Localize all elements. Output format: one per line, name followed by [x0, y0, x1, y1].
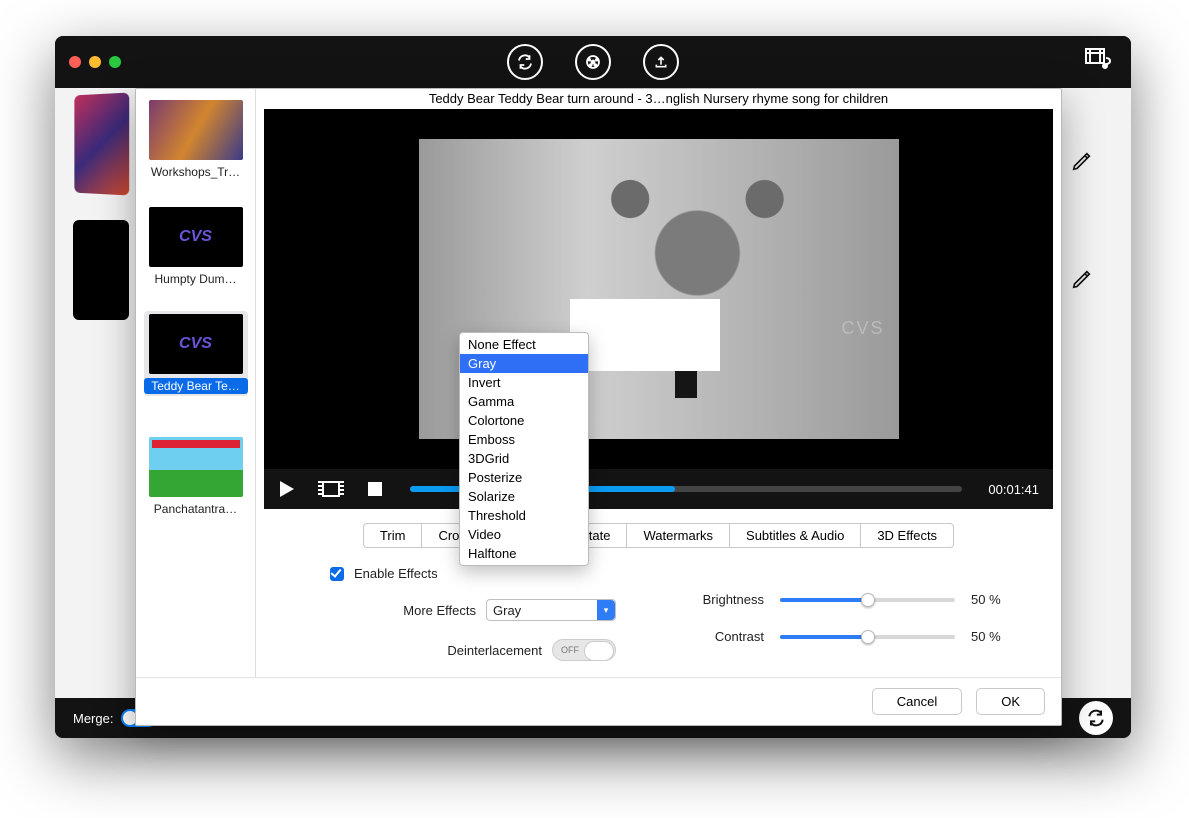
clip-label: Humpty Dum…	[144, 271, 248, 287]
effects-dropdown-item[interactable]: Posterize	[460, 468, 588, 487]
titlebar	[55, 36, 1131, 88]
minimize-window-icon[interactable]	[89, 56, 101, 68]
preview-column: Teddy Bear Teddy Bear turn around - 3…ng…	[256, 89, 1061, 677]
stop-icon[interactable]	[366, 480, 384, 498]
clip-item[interactable]: Workshops_Tr…	[144, 97, 248, 182]
video-player: CVS	[264, 109, 1053, 469]
effects-dropdown-item[interactable]: Halftone	[460, 544, 588, 563]
edit-tabs: Trim Crop Effects Rotate Watermarks Subt…	[256, 523, 1061, 548]
share-tab-icon[interactable]	[643, 44, 679, 80]
edit-icon[interactable]	[1071, 150, 1093, 172]
play-icon[interactable]	[278, 480, 296, 498]
contrast-value: 50 %	[971, 629, 1021, 644]
contrast-label: Contrast	[686, 629, 764, 644]
effects-dropdown-item[interactable]: Gamma	[460, 392, 588, 411]
close-window-icon[interactable]	[69, 56, 81, 68]
player-controls: 00:01:41	[264, 469, 1053, 509]
effects-dropdown-item[interactable]: Solarize	[460, 487, 588, 506]
brightness-slider[interactable]	[780, 598, 955, 602]
clip-list: Workshops_Tr… CVS Humpty Dum… CVS Teddy …	[136, 89, 256, 677]
clip-thumbnail: CVS	[149, 207, 243, 267]
tab-trim[interactable]: Trim	[363, 523, 423, 548]
effects-dropdown-item[interactable]: Video	[460, 525, 588, 544]
more-effects-value: Gray	[493, 603, 521, 618]
effects-dropdown-item[interactable]: 3DGrid	[460, 449, 588, 468]
video-watermark: CVS	[841, 318, 884, 339]
time-display: 00:01:41	[988, 482, 1039, 497]
sheet-footer: Cancel OK	[136, 677, 1061, 725]
effects-panel: Enable Effects More Effects Gray ▾ Deint…	[256, 548, 1061, 661]
deinterlacement-toggle[interactable]: OFF	[552, 639, 616, 661]
edit-icon[interactable]	[1071, 268, 1093, 290]
more-effects-label: More Effects	[403, 603, 476, 618]
clip-thumbnail	[149, 100, 243, 160]
media-queue-icon[interactable]	[1085, 48, 1111, 76]
convert-tab-icon[interactable]	[507, 44, 543, 80]
file-title: Teddy Bear Teddy Bear turn around - 3…ng…	[256, 89, 1061, 109]
effects-dropdown-item[interactable]: Gray	[460, 354, 588, 373]
bg-thumb[interactable]	[74, 93, 129, 196]
deinterlacement-value: OFF	[561, 645, 579, 655]
clip-thumbnail	[149, 437, 243, 497]
clip-thumbnail: CVS	[149, 314, 243, 374]
clip-item[interactable]: Panchatantra…	[144, 434, 248, 519]
background-thumb-column	[55, 88, 127, 698]
more-effects-select[interactable]: Gray ▾	[486, 599, 616, 621]
contrast-slider[interactable]	[780, 635, 955, 639]
clip-label: Workshops_Tr…	[144, 164, 248, 180]
merge-label: Merge:	[73, 711, 113, 726]
clip-item[interactable]: CVS Humpty Dum…	[144, 204, 248, 289]
brightness-label: Brightness	[686, 592, 764, 607]
effects-dropdown-item[interactable]: Invert	[460, 373, 588, 392]
effects-dropdown-item[interactable]: Emboss	[460, 430, 588, 449]
snapshot-icon[interactable]	[322, 480, 340, 498]
enable-effects-checkbox[interactable]	[330, 567, 344, 581]
edit-sheet: Workshops_Tr… CVS Humpty Dum… CVS Teddy …	[135, 88, 1062, 726]
effects-dropdown-item[interactable]: Threshold	[460, 506, 588, 525]
clip-label: Teddy Bear Te…	[144, 378, 248, 394]
brightness-value: 50 %	[971, 592, 1021, 607]
effects-dropdown-item[interactable]: Colortone	[460, 411, 588, 430]
chevron-down-icon: ▾	[597, 600, 615, 620]
zoom-window-icon[interactable]	[109, 56, 121, 68]
convert-button[interactable]	[1079, 701, 1113, 735]
window-controls	[69, 56, 121, 68]
tab-3d-effects[interactable]: 3D Effects	[861, 523, 954, 548]
tab-watermarks[interactable]: Watermarks	[627, 523, 730, 548]
clip-label: Panchatantra…	[144, 501, 248, 517]
clip-item-selected[interactable]: CVS Teddy Bear Te…	[144, 311, 248, 396]
deinterlacement-label: Deinterlacement	[447, 643, 542, 658]
cancel-button[interactable]: Cancel	[872, 688, 962, 715]
enable-effects-label: Enable Effects	[354, 566, 438, 581]
tab-subtitles-audio[interactable]: Subtitles & Audio	[730, 523, 861, 548]
effects-dropdown-item[interactable]: None Effect	[460, 335, 588, 354]
effects-dropdown: None EffectGrayInvertGammaColortoneEmbos…	[459, 332, 589, 566]
download-tab-icon[interactable]	[575, 44, 611, 80]
ok-button[interactable]: OK	[976, 688, 1045, 715]
bg-thumb[interactable]	[73, 220, 129, 320]
